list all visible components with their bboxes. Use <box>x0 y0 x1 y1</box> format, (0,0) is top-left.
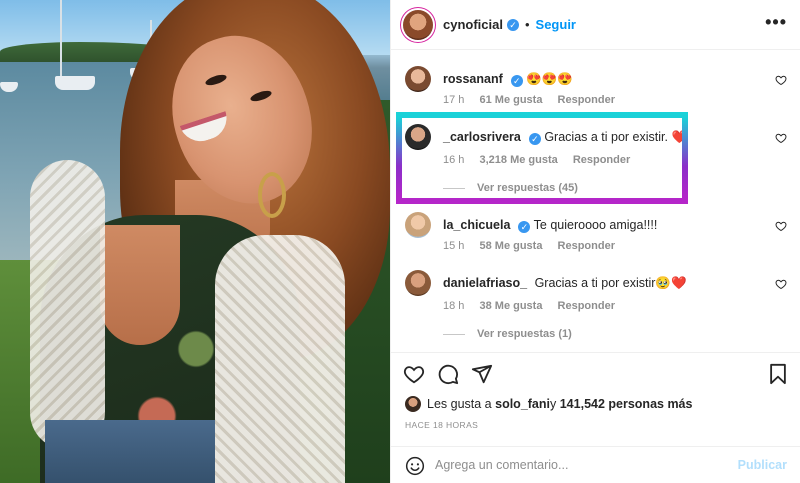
post-timestamp[interactable]: HACE 18 HORAS <box>405 420 478 430</box>
comment-likes[interactable]: 38 Me gusta <box>479 300 542 312</box>
comment-item: rossananf ✓ 😍😍😍 17 h 61 Me gusta Responde… <box>405 66 795 116</box>
reply-button[interactable]: Responder <box>573 154 630 166</box>
photo-chest <box>100 225 180 345</box>
commenter-username[interactable]: la_chicuela <box>443 218 510 232</box>
comment-time: 18 h <box>443 300 465 312</box>
photo-cardigan <box>215 235 345 483</box>
view-replies-button[interactable]: Ver respuestas (1) <box>443 328 572 340</box>
comment-text: la_chicuela ✓ Te quieroooo amiga!!!! <box>443 218 657 233</box>
comment-likes[interactable]: 61 Me gusta <box>479 94 542 106</box>
replies-divider <box>443 187 465 189</box>
comment-item: la_chicuela ✓ Te quieroooo amiga!!!! 15 h… <box>405 212 795 262</box>
comment-text: danielafriaso_ Gracias a ti por existir🥹… <box>443 276 687 291</box>
post-photo[interactable] <box>0 0 390 483</box>
likes-prefix: Les gusta a <box>427 397 492 411</box>
likes-count[interactable]: 141,542 personas más <box>560 397 693 411</box>
comment-like-heart-icon[interactable] <box>775 74 787 86</box>
comment-like-heart-icon[interactable] <box>775 132 787 144</box>
comment-likes[interactable]: 58 Me gusta <box>479 240 542 252</box>
comment-meta: 17 h 61 Me gusta Responder <box>443 94 627 106</box>
comment-meta: 18 h 38 Me gusta Responder <box>443 300 627 312</box>
verified-badge-icon: ✓ <box>510 75 523 87</box>
comment-like-heart-icon[interactable] <box>775 278 787 290</box>
comment-meta: 15 h 58 Me gusta Responder <box>443 240 627 252</box>
reply-button[interactable]: Responder <box>558 240 615 252</box>
replies-divider <box>443 333 465 335</box>
publish-button[interactable]: Publicar <box>738 458 787 472</box>
post-details-panel: cynoficial ✓ • Seguir ••• rossananf ✓ 😍😍😍… <box>390 0 800 483</box>
share-icon[interactable] <box>471 363 493 385</box>
more-options-icon[interactable]: ••• <box>765 12 787 33</box>
verified-badge-icon: ✓ <box>528 133 541 145</box>
comment-body: Te quieroooo amiga!!!! <box>533 218 658 232</box>
author-avatar[interactable] <box>403 9 433 40</box>
emoji-icon[interactable] <box>405 456 425 476</box>
verified-badge-icon: ✓ <box>506 18 519 31</box>
comment-item: danielafriaso_ Gracias a ti por existir🥹… <box>405 270 795 350</box>
comment-icon[interactable] <box>437 363 459 385</box>
view-replies-label: Ver respuestas (45) <box>477 182 578 194</box>
photo-jeans <box>45 420 215 483</box>
author-username[interactable]: cynoficial <box>443 17 503 32</box>
boat-mast <box>60 0 62 80</box>
add-comment-bar: Publicar <box>391 446 800 483</box>
comment-input[interactable] <box>435 453 725 477</box>
bookmark-icon[interactable] <box>767 363 789 385</box>
comment-text: rossananf ✓ 😍😍😍 <box>443 72 573 87</box>
liker-username[interactable]: solo_fani <box>495 397 550 411</box>
liker-avatar[interactable] <box>405 396 421 412</box>
post-actions-bar <box>391 352 800 396</box>
boat <box>55 76 95 90</box>
comment-body: Gracias a ti por existir🥹❤️ <box>534 276 687 290</box>
view-replies-button[interactable]: Ver respuestas (45) <box>443 182 578 194</box>
follow-button[interactable]: Seguir <box>536 17 576 32</box>
comment-time: 15 h <box>443 240 465 252</box>
comment-meta: 16 h 3,218 Me gusta Responder <box>443 154 642 166</box>
comment-text: _carlosrivera ✓ Gracias a ti por existir.… <box>443 130 687 145</box>
commenter-avatar[interactable] <box>405 124 431 150</box>
reply-button[interactable]: Responder <box>558 300 615 312</box>
comment-likes[interactable]: 3,218 Me gusta <box>479 154 557 166</box>
heart-icon[interactable] <box>403 363 425 385</box>
post-header: cynoficial ✓ • Seguir ••• <box>391 0 800 50</box>
separator-dot: • <box>524 17 530 32</box>
commenter-username[interactable]: rossananf <box>443 72 503 86</box>
commenter-avatar[interactable] <box>405 212 431 238</box>
commenter-avatar[interactable] <box>405 66 431 92</box>
view-replies-label: Ver respuestas (1) <box>477 328 572 340</box>
likes-summary[interactable]: Les gusta a solo_fani y 141,542 personas… <box>405 396 692 412</box>
comment-body: Gracias a ti por existir. ❤️ <box>544 130 688 144</box>
reply-button[interactable]: Responder <box>558 94 615 106</box>
photo-cardigan-sleeve <box>30 160 105 450</box>
commenter-avatar[interactable] <box>405 270 431 296</box>
comment-item: _carlosrivera ✓ Gracias a ti por existir.… <box>405 124 795 204</box>
comment-body: 😍😍😍 <box>526 72 573 86</box>
commenter-username[interactable]: _carlosrivera <box>443 130 521 144</box>
comment-like-heart-icon[interactable] <box>775 220 787 232</box>
comments-list: rossananf ✓ 😍😍😍 17 h 61 Me gusta Responde… <box>391 52 800 352</box>
comment-time: 17 h <box>443 94 465 106</box>
verified-badge-icon: ✓ <box>518 221 531 233</box>
photo-earring <box>258 172 286 218</box>
comment-time: 16 h <box>443 154 465 166</box>
likes-middle: y <box>550 397 557 411</box>
commenter-username[interactable]: danielafriaso_ <box>443 276 527 290</box>
